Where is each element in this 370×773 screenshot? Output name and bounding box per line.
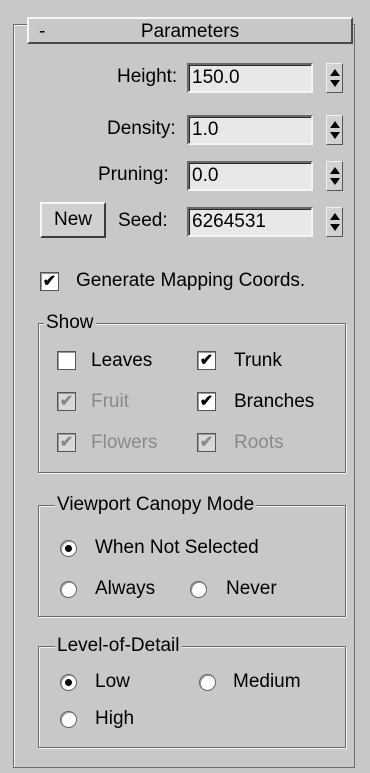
medium-label: Medium [233, 671, 301, 692]
always-radio[interactable] [60, 581, 77, 598]
lod-group [38, 646, 346, 748]
height-spinner[interactable] [326, 63, 343, 93]
show-group-title: Show [44, 312, 96, 334]
density-spinner[interactable] [326, 115, 343, 145]
branches-checkbox[interactable]: ✔ [197, 392, 216, 411]
never-radio[interactable] [190, 581, 207, 598]
leaves-checkbox[interactable] [57, 351, 76, 370]
low-label: Low [95, 671, 130, 692]
generate-mapping-label: Generate Mapping Coords. [76, 270, 306, 291]
canopy-group-title: Viewport Canopy Mode [55, 494, 257, 516]
seed-label: Seed: [118, 210, 168, 231]
high-label: High [95, 708, 135, 729]
fruit-checkbox: ✔ [57, 392, 76, 411]
height-label: Height: [117, 66, 178, 87]
high-radio[interactable] [60, 711, 77, 728]
spinner-up-icon[interactable] [330, 167, 340, 174]
seed-spinner[interactable] [326, 207, 343, 237]
roots-checkbox: ✔ [197, 433, 216, 452]
fruit-label: Fruit [91, 391, 129, 412]
lod-group-title: Level-of-Detail [55, 635, 182, 657]
flowers-label: Flowers [91, 432, 158, 453]
parameters-rollout-header[interactable]: - Parameters [27, 17, 353, 44]
medium-radio[interactable] [199, 674, 216, 691]
seed-field[interactable]: 6264531 [187, 207, 313, 237]
new-seed-button[interactable]: New [40, 202, 106, 238]
low-radio[interactable] [60, 674, 77, 691]
spinner-down-icon[interactable] [330, 224, 340, 231]
leaves-label: Leaves [91, 350, 153, 371]
never-label: Never [226, 578, 277, 599]
trunk-label: Trunk [234, 350, 282, 371]
generate-mapping-checkbox[interactable]: ✔ [40, 272, 59, 291]
spinner-down-icon[interactable] [330, 132, 340, 139]
spinner-down-icon[interactable] [330, 80, 340, 87]
spinner-up-icon[interactable] [330, 213, 340, 220]
branches-label: Branches [234, 391, 315, 412]
roots-label: Roots [234, 432, 284, 453]
flowers-checkbox: ✔ [57, 433, 76, 452]
pruning-field[interactable]: 0.0 [187, 161, 313, 191]
when-not-selected-radio[interactable] [60, 540, 77, 557]
rollout-title: Parameters [140, 21, 240, 42]
density-label: Density: [107, 118, 176, 139]
spinner-up-icon[interactable] [330, 69, 340, 76]
height-field[interactable]: 150.0 [187, 63, 313, 93]
always-label: Always [95, 578, 156, 599]
trunk-checkbox[interactable]: ✔ [197, 351, 216, 370]
when-not-selected-label: When Not Selected [95, 537, 259, 558]
spinner-down-icon[interactable] [330, 178, 340, 185]
canopy-group [38, 505, 346, 617]
pruning-spinner[interactable] [326, 161, 343, 191]
radio-dot-icon [65, 679, 72, 686]
pruning-label: Pruning: [98, 164, 169, 185]
radio-dot-icon [65, 545, 72, 552]
density-field[interactable]: 1.0 [187, 115, 313, 145]
spinner-up-icon[interactable] [330, 121, 340, 128]
